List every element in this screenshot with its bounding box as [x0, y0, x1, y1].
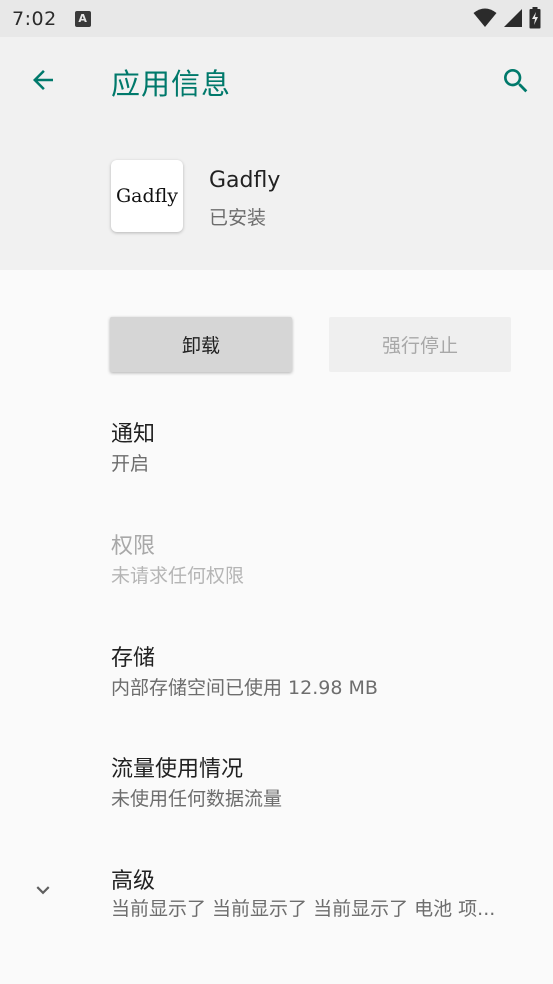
search-button[interactable] — [496, 61, 536, 101]
status-bar: 7:02 A — [0, 0, 553, 37]
settings-item-notifications[interactable]: 通知 开启 — [0, 400, 553, 510]
settings-item-storage[interactable]: 存储 内部存储空间已使用 12.98 MB — [0, 624, 553, 734]
settings-item-subtitle: 未使用任何数据流量 — [111, 788, 283, 810]
settings-item-title: 存储 — [111, 646, 156, 671]
back-arrow-icon — [33, 70, 53, 90]
wifi-icon — [473, 8, 497, 27]
app-name: Gadfly — [209, 168, 281, 193]
settings-item-permissions: 权限 未请求任何权限 — [0, 512, 553, 622]
settings-item-title: 流量使用情况 — [111, 757, 244, 782]
settings-item-advanced[interactable]: 高级 当前显示了 当前显示了 当前显示了 电池 项... — [0, 847, 553, 957]
page-title: 应用信息 — [111, 67, 232, 101]
signal-icon — [504, 9, 522, 27]
back-button[interactable] — [26, 63, 60, 97]
settings-item-title: 权限 — [111, 534, 156, 559]
status-icons — [473, 7, 541, 29]
settings-item-title: 高级 — [111, 869, 156, 894]
app-info-screen: 7:02 A 应用信息 Gadfly Gadfly 已安装 卸载 强行停止 通知… — [0, 0, 553, 984]
status-time: 7:02 — [12, 7, 57, 30]
app-header: 应用信息 Gadfly Gadfly 已安装 — [0, 37, 553, 270]
settings-item-subtitle: 未请求任何权限 — [111, 565, 245, 587]
force-stop-button: 强行停止 — [329, 317, 511, 372]
uninstall-button[interactable]: 卸载 — [110, 317, 292, 372]
notification-a-icon: A — [74, 10, 91, 27]
settings-item-subtitle: 当前显示了 当前显示了 当前显示了 电池 项... — [111, 898, 496, 920]
settings-item-data-usage[interactable]: 流量使用情况 未使用任何数据流量 — [0, 735, 553, 845]
battery-icon — [529, 7, 541, 29]
chevron-down-icon — [36, 886, 50, 895]
settings-item-title: 通知 — [111, 422, 156, 447]
search-icon — [504, 69, 528, 93]
app-icon: Gadfly — [111, 160, 183, 232]
app-install-status: 已安装 — [209, 207, 267, 229]
settings-item-subtitle: 内部存储空间已使用 12.98 MB — [111, 677, 378, 699]
settings-item-subtitle: 开启 — [111, 453, 150, 475]
